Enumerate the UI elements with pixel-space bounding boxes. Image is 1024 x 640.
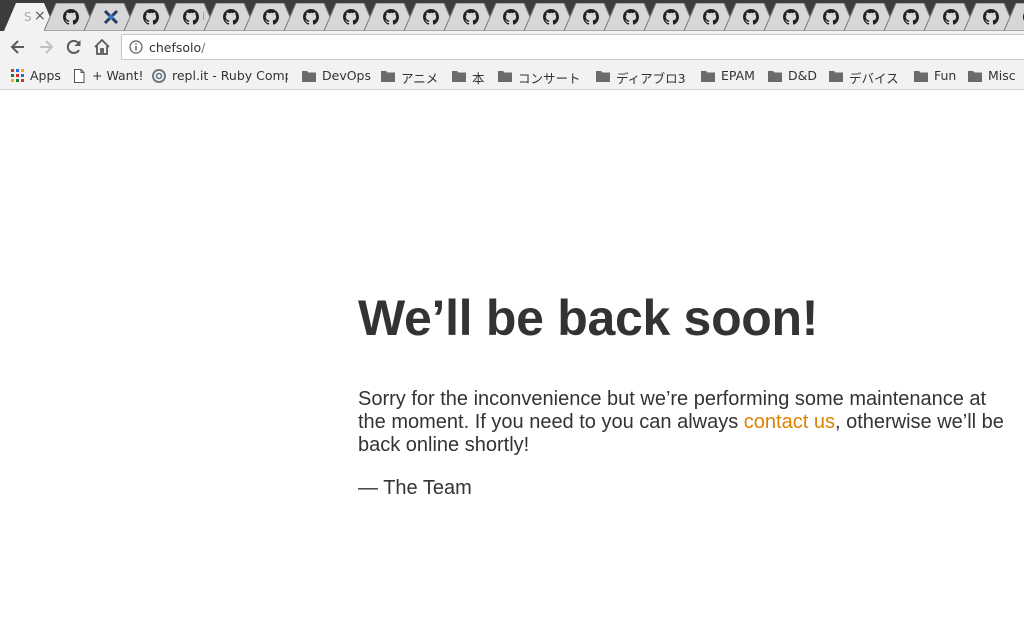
github-icon [703, 9, 719, 25]
bookmark-folder-label: デバイス [849, 71, 899, 86]
bookmark-folder-label: Fun [934, 68, 957, 83]
github-icon [423, 9, 439, 25]
github-icon [663, 9, 679, 25]
bookmark-folder-label: アニメ [401, 71, 439, 86]
github-icon [543, 9, 559, 25]
github-icon [263, 9, 279, 25]
folder-icon [302, 71, 316, 82]
bookmark-folder-label: Misc [988, 68, 1016, 83]
browser-toolbar: chefsolo/ [0, 31, 1024, 63]
folder-icon [914, 71, 928, 82]
back-arrow-icon[interactable] [8, 37, 28, 57]
github-icon [743, 9, 759, 25]
folder-icon [829, 71, 843, 82]
folder-icon [768, 71, 782, 82]
page-heading: We’ll be back soon! [358, 290, 819, 346]
tab-shape [1004, 3, 1024, 31]
github-icon [143, 9, 159, 25]
github-icon [183, 9, 199, 25]
folder-icon [498, 71, 512, 82]
reload-icon[interactable] [64, 37, 84, 57]
tab-strip: S × i [0, 0, 1024, 31]
bookmarks-bar: Apps + Want! repl.it - Ruby Compi DevOps… [0, 63, 1024, 90]
bookmark-replit[interactable]: repl.it - Ruby Compi [151, 67, 288, 85]
home-icon[interactable] [92, 37, 112, 57]
folder-icon [701, 71, 715, 82]
address-bar[interactable]: chefsolo/ [121, 34, 1024, 60]
github-icon [463, 9, 479, 25]
bookmark-want-label: + Want! [92, 68, 144, 83]
info-icon[interactable] [129, 40, 143, 54]
github-icon [223, 9, 239, 25]
bookmark-folder-label: EPAM [721, 68, 755, 83]
maintenance-article: We’ll be back soon! Sorry for the inconv… [358, 280, 1018, 500]
github-icon [623, 9, 639, 25]
github-icon [343, 9, 359, 25]
github-icon [863, 9, 879, 25]
cross-app-icon [103, 9, 119, 25]
signature: — The Team [358, 477, 472, 499]
github-icon [943, 9, 959, 25]
github-icon [823, 9, 839, 25]
github-icon [63, 9, 79, 25]
folder-icon [452, 71, 466, 82]
bookmark-folder-label: コンサート [518, 71, 581, 86]
url-path: / [201, 40, 206, 55]
bookmark-folder-label: 本 [472, 71, 485, 86]
folder-icon [381, 71, 395, 82]
forward-arrow-icon[interactable] [36, 37, 56, 57]
github-icon [303, 9, 319, 25]
bookmark-folder-label: D&D [788, 68, 817, 83]
tab-github[interactable] [1004, 3, 1024, 31]
replit-icon [152, 69, 166, 83]
github-icon [783, 9, 799, 25]
page-icon [74, 69, 85, 83]
folder-icon [968, 71, 982, 82]
tab-title: S [24, 10, 32, 24]
url-text: chefsolo/ [149, 40, 205, 55]
bookmark-apps-label: Apps [30, 68, 61, 83]
github-icon [583, 9, 599, 25]
bookmark-folder-label: DevOps [322, 68, 371, 83]
contact-us-link[interactable]: contact us [744, 411, 835, 433]
apps-grid-icon [11, 69, 24, 82]
url-host: chefsolo [149, 40, 202, 55]
folder-icon [596, 71, 610, 82]
github-icon [503, 9, 519, 25]
bookmark-replit-label: repl.it - Ruby Compi [172, 68, 288, 83]
maintenance-message: Sorry for the inconvenience but we’re pe… [358, 388, 1018, 457]
github-icon [383, 9, 399, 25]
github-icon [983, 9, 999, 25]
bookmark-folder-label: ディアブロ3 [616, 71, 686, 86]
github-icon [903, 9, 919, 25]
